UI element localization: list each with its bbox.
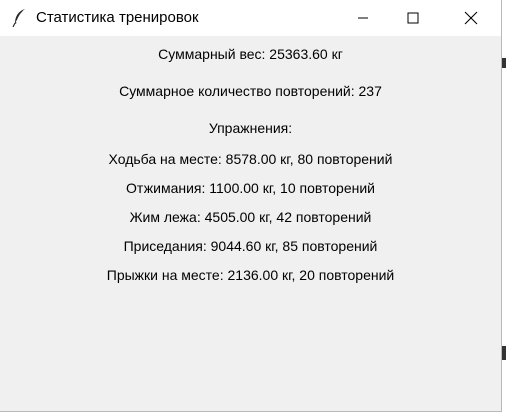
maximize-button[interactable] xyxy=(390,0,436,36)
total-reps-label: Суммарное количество повторений: 237 xyxy=(119,83,382,99)
title-bar[interactable]: Статистика тренировок xyxy=(0,0,501,36)
background-edge-mark xyxy=(502,346,506,360)
total-weight-label: Суммарный вес: 25363.60 кг xyxy=(158,46,343,62)
window-title: Статистика тренировок xyxy=(36,9,199,26)
exercises-heading: Упражнения: xyxy=(208,120,293,136)
minimize-icon xyxy=(358,17,368,19)
exercise-item: Отжимания: 1100.00 кг, 10 повторений xyxy=(126,180,375,196)
close-button[interactable] xyxy=(448,0,494,36)
exercise-item: Ходьба на месте: 8578.00 кг, 80 повторен… xyxy=(108,151,393,167)
close-icon xyxy=(464,11,478,25)
exercise-item: Приседания: 9044.60 кг, 85 повторений xyxy=(123,238,378,254)
feather-icon xyxy=(12,8,28,28)
exercise-item: Жим лежа: 4505.00 кг, 42 повторений xyxy=(129,209,372,225)
background-edge-mark xyxy=(502,58,506,68)
minimize-button[interactable] xyxy=(340,0,386,36)
exercise-item: Прыжки на месте: 2136.00 кг, 20 повторен… xyxy=(106,267,395,283)
stats-window: Статистика тренировок Суммарный вес: 253… xyxy=(0,0,502,412)
maximize-icon xyxy=(407,12,419,24)
